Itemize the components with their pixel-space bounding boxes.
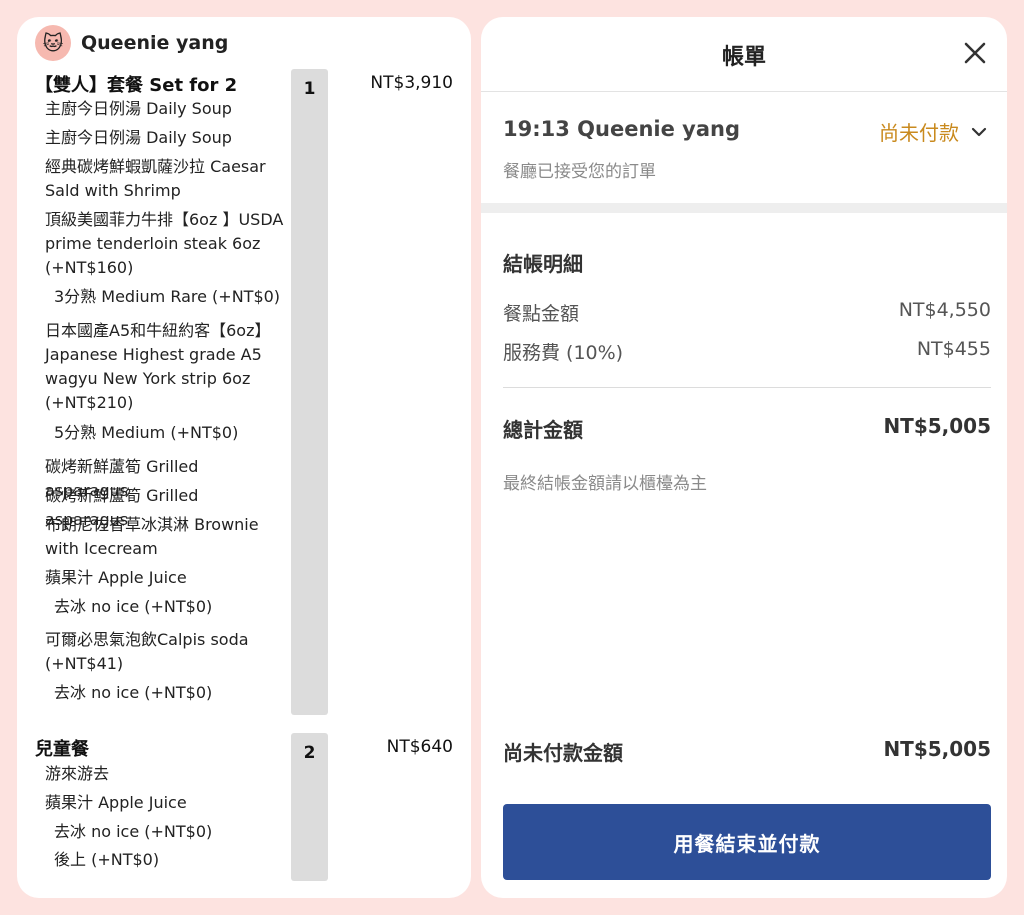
order-price: NT$640: [386, 737, 453, 757]
divider: [481, 91, 1007, 92]
section-divider: [481, 203, 1007, 213]
list-item: 布朗尼佐香草冰淇淋 Brownie with Icecream: [45, 515, 259, 558]
user-name: Queenie yang: [81, 32, 229, 54]
subtotal-label: 餐點金額: [503, 303, 580, 325]
bill-title: 帳單: [721, 45, 766, 70]
total-label: 總計金額: [503, 418, 583, 442]
list-item: 主廚今日例湯 Daily Soup: [45, 128, 232, 147]
list-item-option: 去冰 no ice (+NT$0): [54, 683, 213, 702]
list-item: 蘋果汁 Apple Juice: [45, 793, 187, 812]
status-dropdown[interactable]: 尚未付款: [879, 117, 987, 146]
list-item: 頂級美國菲力牛排【6oz 】USDA prime tenderloin stea…: [45, 210, 284, 277]
list-item: 日本國產A5和牛紐約客【6oz】Japanese Highest grade A…: [45, 321, 271, 412]
unpaid-label: 尚未付款金額: [503, 741, 623, 765]
order-price: NT$3,910: [370, 73, 453, 93]
order-time-name: 19:13 Queenie yang: [503, 117, 740, 141]
close-icon[interactable]: [963, 41, 987, 65]
subtotal-value: NT$4,550: [898, 299, 991, 321]
list-item-option: 5分熟 Medium (+NT$0): [54, 423, 239, 442]
quantity-bar: 1: [291, 69, 328, 715]
bill-panel: 帳單 19:13 Queenie yang 尚未付款 餐廳已接受您的訂單 結帳明…: [481, 17, 1007, 898]
order-accepted-note: 餐廳已接受您的訂單: [503, 162, 656, 182]
checkout-details-title: 結帳明細: [503, 252, 583, 276]
service-fee-value: NT$455: [916, 338, 991, 360]
quantity-value: 2: [303, 743, 316, 763]
quantity-value: 1: [303, 79, 316, 99]
chevron-down-icon: [971, 127, 987, 136]
total-value: NT$5,005: [883, 414, 991, 438]
list-item: 游來游去: [45, 764, 110, 783]
user-header: 🐱 Queenie yang: [35, 25, 228, 61]
list-item-option: 去冰 no ice (+NT$0): [54, 822, 213, 841]
quantity-bar: 2: [291, 733, 328, 881]
divider: [503, 387, 991, 388]
order-title: 兒童餐: [35, 739, 89, 760]
list-item-option: 去冰 no ice (+NT$0): [54, 597, 213, 616]
final-amount-note: 最終結帳金額請以櫃檯為主: [503, 474, 707, 494]
order-title: 【雙人】套餐 Set for 2: [35, 75, 238, 96]
list-item: 經典碳烤鮮蝦凱薩沙拉 Caesar Sald with Shrimp: [45, 157, 266, 200]
list-item-option: 3分熟 Medium Rare (+NT$0): [54, 287, 281, 306]
list-item-option: 後上 (+NT$0): [54, 850, 160, 869]
finish-and-pay-button[interactable]: 用餐結束並付款: [503, 804, 991, 880]
cat-face-icon: 🐱: [35, 25, 71, 61]
order-items-panel: 🐱 Queenie yang 【雙人】套餐 Set for 2 1 NT$3,9…: [17, 17, 471, 898]
unpaid-value: NT$5,005: [883, 737, 991, 761]
list-item: 主廚今日例湯 Daily Soup: [45, 99, 232, 118]
status-badge: 尚未付款: [879, 121, 959, 145]
list-item: 蘋果汁 Apple Juice: [45, 568, 187, 587]
service-fee-label: 服務費 (10%): [503, 342, 624, 364]
list-item: 可爾必思氣泡飲Calpis soda (+NT$41): [45, 630, 249, 673]
